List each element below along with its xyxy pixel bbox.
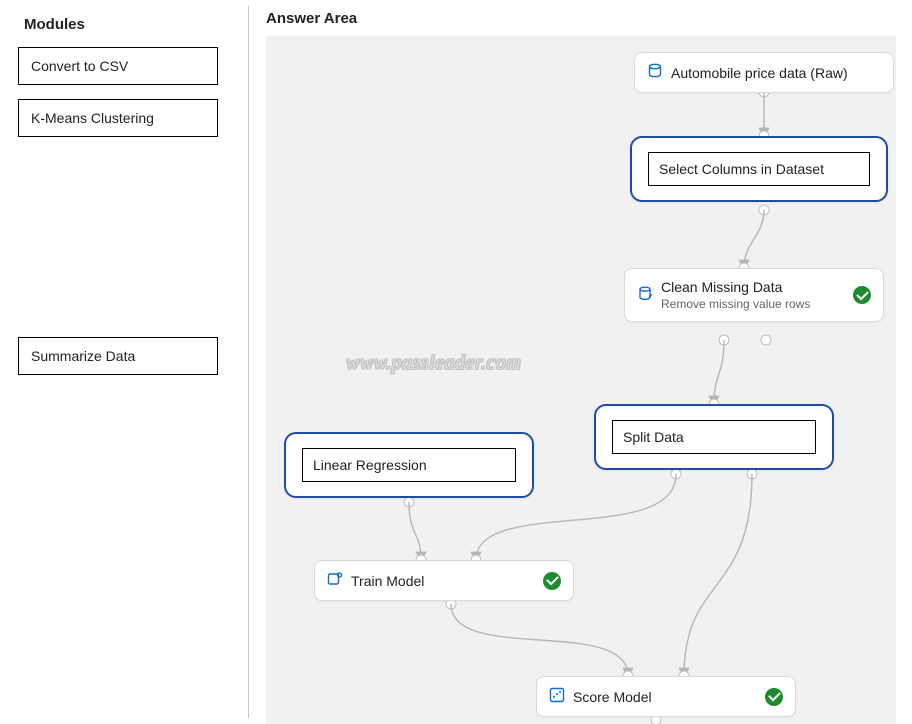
pipeline-canvas[interactable]: Automobile price data (Raw) Select Colum… [266, 36, 896, 724]
database-icon [647, 63, 663, 82]
module-label: Linear Regression [313, 457, 427, 473]
module-label: Split Data [623, 429, 684, 445]
module-label: Convert to CSV [31, 58, 128, 74]
clean-data-icon [637, 286, 653, 305]
modules-title: Modules [24, 16, 230, 33]
module-kmeans-clustering[interactable]: K-Means Clustering [18, 99, 218, 137]
node-label: Train Model [351, 573, 424, 589]
module-summarize-data[interactable]: Summarize Data [18, 337, 218, 375]
answer-area-title: Answer Area [266, 10, 357, 27]
train-model-icon [327, 571, 343, 590]
placed-module-linear-regression[interactable]: Linear Regression [302, 448, 516, 482]
node-train-model[interactable]: Train Model [314, 560, 574, 601]
watermark-text: www.passleader.com [346, 352, 521, 375]
node-raw-data[interactable]: Automobile price data (Raw) [634, 52, 894, 93]
answer-area-panel: Answer Area [250, 0, 912, 724]
status-success-icon [853, 286, 871, 304]
node-sublabel: Remove missing value rows [661, 297, 810, 311]
vertical-divider [248, 6, 249, 718]
module-label: K-Means Clustering [31, 110, 154, 126]
status-success-icon [543, 572, 561, 590]
module-label: Select Columns in Dataset [659, 161, 824, 177]
node-label: Score Model [573, 689, 652, 705]
node-text: Clean Missing Data Remove missing value … [661, 279, 810, 311]
node-clean-missing-data[interactable]: Clean Missing Data Remove missing value … [624, 268, 884, 322]
score-model-icon [549, 687, 565, 706]
node-score-model[interactable]: Score Model [536, 676, 796, 717]
dropzone-split-data[interactable]: Split Data [594, 404, 834, 470]
modules-panel: Modules Convert to CSV K-Means Clusterin… [0, 0, 248, 724]
placed-module-select-columns[interactable]: Select Columns in Dataset [648, 152, 870, 186]
page: Modules Convert to CSV K-Means Clusterin… [0, 0, 912, 724]
module-convert-to-csv[interactable]: Convert to CSV [18, 47, 218, 85]
module-label: Summarize Data [31, 348, 135, 364]
node-label: Automobile price data (Raw) [671, 65, 848, 81]
status-success-icon [765, 688, 783, 706]
node-label: Clean Missing Data [661, 279, 810, 295]
dropzone-linear-regression[interactable]: Linear Regression [284, 432, 534, 498]
placed-module-split-data[interactable]: Split Data [612, 420, 816, 454]
dropzone-select-columns[interactable]: Select Columns in Dataset [630, 136, 888, 202]
